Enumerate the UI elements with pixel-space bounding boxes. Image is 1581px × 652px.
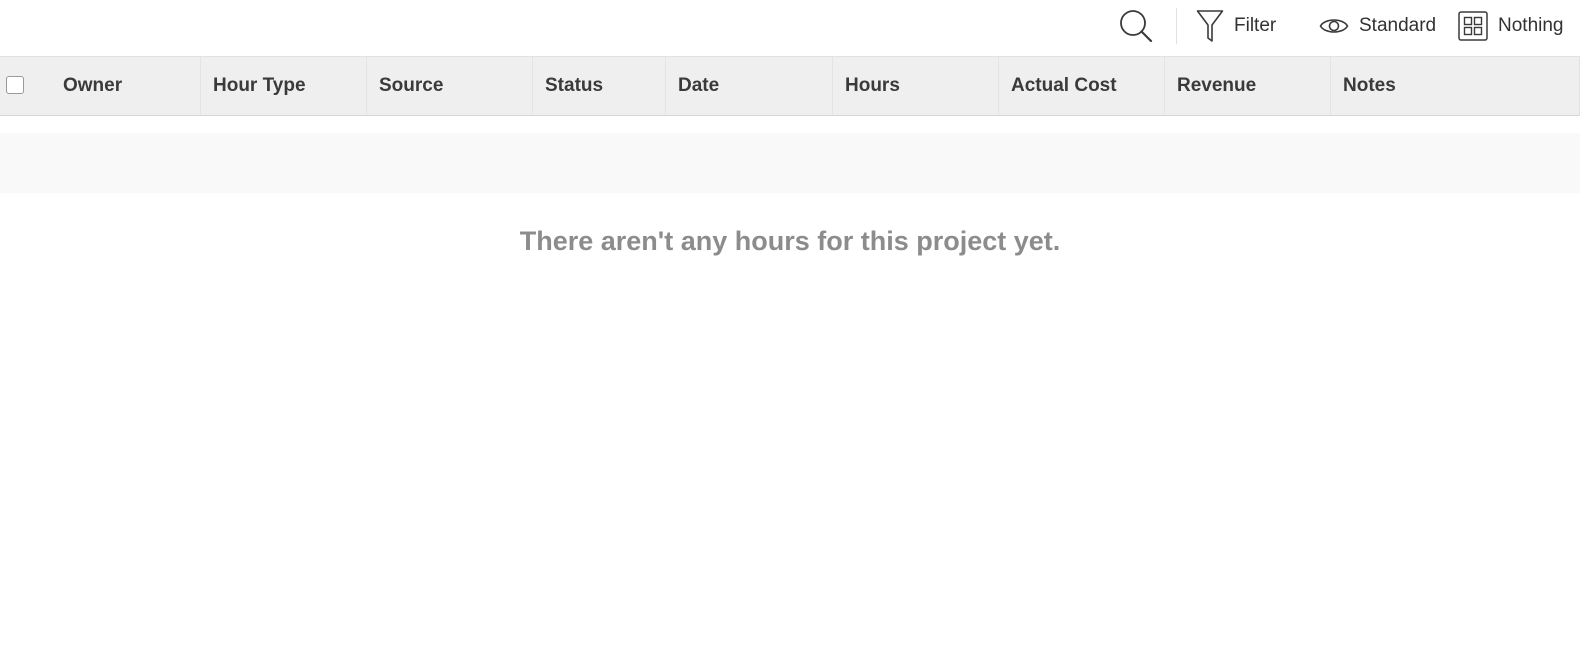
select-all-cell [0, 57, 48, 115]
column-header-hours[interactable]: Hours [833, 57, 999, 115]
column-header-source[interactable]: Source [367, 57, 533, 115]
group-label: Nothing [1498, 15, 1564, 36]
column-label: Notes [1343, 75, 1396, 96]
search-icon [1118, 8, 1154, 44]
column-label: Actual Cost [1011, 75, 1117, 96]
grid-group-icon [1458, 11, 1488, 41]
column-header-actual-cost[interactable]: Actual Cost [999, 57, 1165, 115]
view-label: Standard [1359, 15, 1437, 36]
column-label: Hours [845, 75, 900, 96]
view-button[interactable]: Standard [1319, 0, 1436, 52]
empty-state-message: There aren't any hours for this project … [519, 226, 1061, 256]
column-label: Owner [63, 75, 123, 96]
column-header-date[interactable]: Date [666, 57, 833, 115]
column-header-status[interactable]: Status [533, 57, 666, 115]
toolbar: Filter Standard Nothing [0, 0, 1581, 56]
column-header-notes[interactable]: Notes [1331, 57, 1579, 115]
group-button[interactable]: Nothing [1458, 0, 1564, 52]
column-header-hour-type[interactable]: Hour Type [201, 57, 367, 115]
filter-icon [1196, 9, 1224, 43]
column-label: Date [678, 75, 720, 96]
toolbar-divider [1176, 8, 1177, 44]
search-button[interactable] [1118, 0, 1154, 52]
column-label: Source [379, 75, 444, 96]
column-header-owner[interactable]: Owner [51, 57, 201, 115]
select-all-checkbox[interactable] [6, 76, 24, 94]
column-label: Revenue [1177, 75, 1257, 96]
filter-label: Filter [1234, 15, 1277, 36]
eye-icon [1319, 14, 1349, 38]
filter-button[interactable]: Filter [1196, 0, 1276, 52]
column-label: Hour Type [213, 75, 306, 96]
grid-header: Owner Hour Type Source Status Date Hours… [0, 56, 1580, 116]
empty-row [0, 133, 1580, 193]
column-label: Status [545, 75, 604, 96]
column-header-revenue[interactable]: Revenue [1165, 57, 1331, 115]
